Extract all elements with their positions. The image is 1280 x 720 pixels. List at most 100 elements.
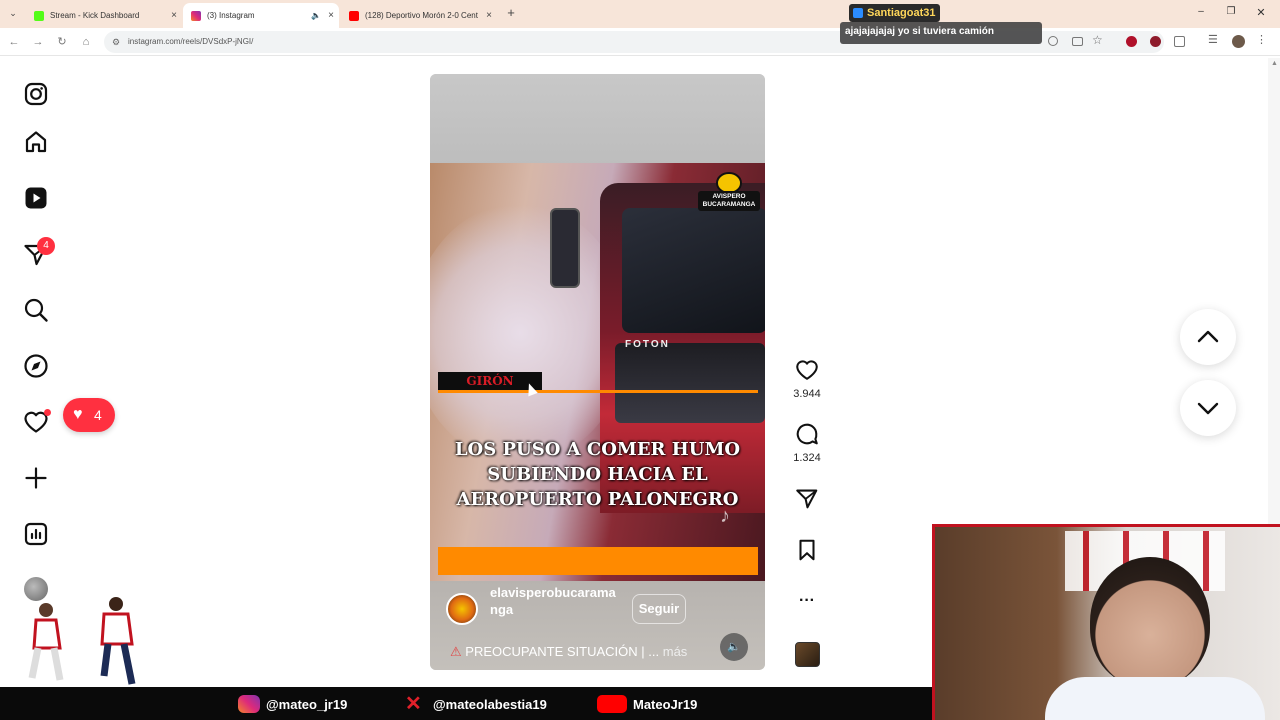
unread-dot [44,409,51,416]
previous-reel-button[interactable] [1180,309,1236,365]
cast-icon[interactable] [1072,37,1083,46]
reload-icon[interactable]: ↻ [54,34,70,50]
youtube-handle: MateoJr19 [633,696,698,712]
star-icon[interactable]: ☆ [1092,33,1103,47]
like-heart-icon[interactable] [794,357,820,383]
x-logo-icon: ✕ [405,693,422,715]
close-tab-icon[interactable]: × [323,10,339,21]
tab-label: (128) Deportivo Morón 2-0 Cent [365,11,478,20]
back-icon[interactable]: ← [6,34,22,50]
profile-avatar[interactable] [1232,35,1245,48]
messages-icon[interactable]: 4 [22,237,55,268]
chat-username-text: Santiagoat31 [867,7,936,19]
heart-icon: ♥ [73,406,83,423]
stream-social-footer: @mateo_jr19 ✕ @mateolabestia19 MateoJr19 [0,687,932,720]
minimize-button[interactable]: – [1194,6,1208,17]
home-icon[interactable]: ⌂ [78,34,94,50]
warning-emoji-icon: ⚠ [450,644,462,659]
tab-instagram[interactable]: (3) Instagram 🔈 × [183,3,339,28]
like-count: 3.944 [793,388,821,400]
truck-mirror [550,208,580,288]
audio-thumbnail[interactable] [795,642,820,667]
site-info-icon[interactable]: ⚙ [112,31,120,53]
social-youtube: MateoJr19 [597,695,697,713]
account-name-link[interactable]: elavisperobucaramanga [490,584,620,618]
streamer-shirt [1045,677,1265,720]
tab-search-button[interactable]: ⌄ [6,8,20,22]
explore-compass-icon[interactable] [22,352,50,380]
browser-tab-strip: ⌄ Stream - Kick Dashboard × (3) Instagra… [0,0,1280,28]
save-bookmark-icon[interactable] [794,537,820,563]
instagram-logo-icon[interactable] [22,80,50,108]
social-x: ✕ @mateolabestia19 [405,693,547,715]
mute-toggle-button[interactable]: 🔈 [720,633,748,661]
reel-top-blur [430,74,765,164]
description-row[interactable]: ⚠ PREOCUPANTE SITUACIÓN | ... más [450,644,710,660]
menu-lines-icon[interactable]: ☰ [1208,33,1218,46]
tab-youtube[interactable]: (128) Deportivo Morón 2-0 Cent × [341,3,497,28]
share-icon[interactable] [794,485,820,511]
account-avatar[interactable] [446,593,478,625]
follow-button[interactable]: Seguir [632,594,686,624]
kick-chat-icon [853,8,863,18]
heart-count: 4 [94,407,102,423]
streamer-webcam [932,524,1280,720]
speaker-icon[interactable]: 🔈 [311,11,321,20]
comment-count: 1.324 [793,452,821,464]
chat-message: ajajajajajaj yo si tuviera camión [840,22,1042,44]
x-handle: @mateolabestia19 [433,696,547,712]
reels-icon[interactable] [22,184,50,212]
zoom-icon[interactable] [1048,36,1058,46]
tab-label: Stream - Kick Dashboard [50,11,140,20]
search-icon[interactable] [22,296,50,324]
create-plus-icon[interactable] [22,464,50,492]
extension-icon-1[interactable] [1126,36,1137,47]
more-options-icon[interactable]: ··· [794,589,820,615]
next-reel-button[interactable] [1180,380,1236,436]
puzzle-icon[interactable] [1174,36,1185,47]
reel-video-frame[interactable]: FOTON AVISPERO BUCARAMANGA GIRÓN LOS PUS… [430,163,765,581]
reel-info-panel: elavisperobucaramanga Seguir ⚠ PREOCUPAN… [430,581,765,670]
streamer-head [1090,557,1210,687]
youtube-icon [349,10,359,21]
reel-video-player[interactable]: FOTON AVISPERO BUCARAMANGA GIRÓN LOS PUS… [430,74,765,670]
restore-button[interactable]: ❐ [1224,6,1238,17]
kick-icon [34,10,44,21]
tab-kick-dashboard[interactable]: Stream - Kick Dashboard × [26,3,182,28]
truck-windshield [622,208,765,333]
new-tab-button[interactable]: + [504,6,518,20]
more-link[interactable]: más [663,644,688,659]
youtube-logo-icon [597,695,627,713]
instagram-icon [191,10,201,21]
notification-badge: 4 [37,237,55,255]
close-tab-icon[interactable]: × [481,10,497,21]
reel-description: PREOCUPANTE SITUACIÓN | ... [465,644,660,659]
orange-divider [438,390,758,393]
instagram-handle: @mateo_jr19 [266,696,348,712]
close-tab-icon[interactable]: × [166,10,182,21]
truck-grille [615,343,765,423]
tab-label: (3) Instagram [207,11,255,20]
comment-icon[interactable] [794,421,820,447]
dashboard-chart-icon[interactable] [22,520,50,548]
home-icon[interactable] [22,128,50,156]
watermark-text: AVISPERO BUCARAMANGA [702,193,756,208]
live-hearts-badge: ♥ 4 [63,398,115,432]
close-window-button[interactable]: ✕ [1254,6,1268,19]
extension-icon-2[interactable] [1150,36,1161,47]
address-bar-row: ← → ↻ ⌂ ⚙ instagram.com/reels/DVSdxP-jNG… [0,28,1280,56]
instagram-logo-icon [238,695,260,713]
avispero-logo: AVISPERO BUCARAMANGA [696,169,762,215]
url-text: instagram.com/reels/DVSdxP-jNGI/ [128,37,254,46]
tiktok-watermark-icon: ♪ [720,505,730,527]
scroll-up-arrow[interactable]: ▲ [1271,60,1278,67]
extensions-toolbar: ☆ ☰ ⋮ [1048,33,1267,48]
chat-username: Santiagoat31 [849,4,941,22]
truck-brand-text: FOTON [625,339,670,350]
kebab-menu-icon[interactable]: ⋮ [1256,33,1267,46]
forward-icon[interactable]: → [30,34,46,50]
notifications-heart-icon[interactable] [22,408,51,436]
social-instagram: @mateo_jr19 [238,695,347,713]
orange-banner [438,547,758,575]
video-headline: LOS PUSO A COMER HUMO SUBIENDO HACIA EL … [454,439,741,510]
